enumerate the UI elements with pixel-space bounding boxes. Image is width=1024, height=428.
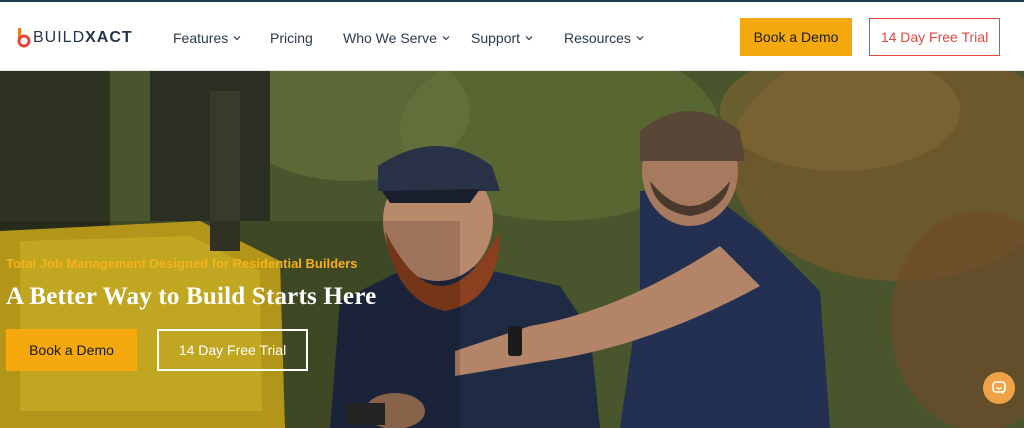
chat-icon [992,381,1006,395]
logo-text: BUILDXACT [33,29,133,46]
hero-photo [0,71,1024,428]
book-demo-button[interactable]: Book a Demo [740,18,852,56]
hero-book-demo-button[interactable]: Book a Demo [6,329,137,371]
nav-pricing[interactable]: Pricing [270,30,313,46]
chevron-down-icon [636,36,644,41]
nav-label: Support [471,30,521,46]
chevron-down-icon [233,36,241,41]
nav-label: Resources [564,30,631,46]
buildxact-logo[interactable]: BUILDXACT [17,26,133,50]
nav-who-we-serve[interactable]: Who We Serve [343,30,451,46]
nav-label: Pricing [270,30,313,46]
nav-resources[interactable]: Resources [564,30,645,46]
hero-section: Total Job Management Designed for Reside… [0,71,1024,428]
nav-support[interactable]: Support [471,30,534,46]
chevron-down-icon [525,36,533,41]
hero-free-trial-button[interactable]: 14 Day Free Trial [157,329,308,371]
nav-features[interactable]: Features [173,30,242,46]
nav-label: Who We Serve [343,30,437,46]
nav-label: Features [173,30,229,46]
chat-launcher-button[interactable] [983,372,1015,404]
chevron-down-icon [442,36,450,41]
navbar: BUILDXACT Features Pricing Who We Serve … [0,2,1024,71]
logo-mark-icon [17,28,31,48]
hero-tagline: Total Job Management Designed for Reside… [6,256,358,271]
free-trial-button[interactable]: 14 Day Free Trial [869,18,1000,56]
hero-headline: A Better Way to Build Starts Here [6,283,377,310]
